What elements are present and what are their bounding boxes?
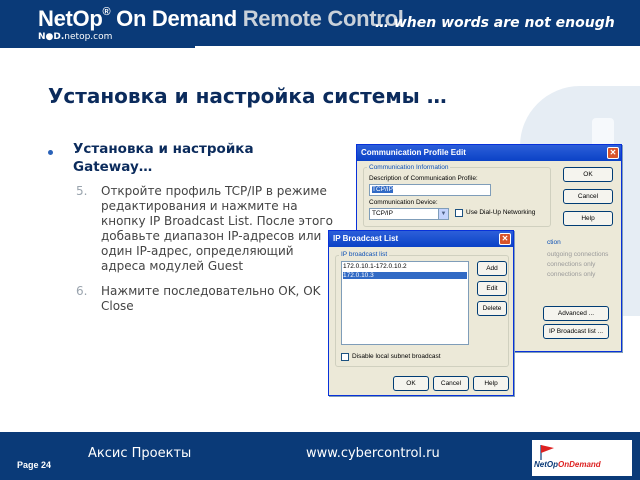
close-icon[interactable]: ✕	[607, 147, 619, 159]
header-banner: NetOp® On Demand Remote Control … when w…	[0, 0, 640, 46]
desc-label: Description of Communication Profile:	[369, 175, 478, 182]
slide-title: Установка и настройка системы …	[48, 84, 447, 108]
delete-button[interactable]: Delete	[477, 301, 507, 316]
broadcast-dialog-titlebar[interactable]: IP Broadcast List ✕	[329, 231, 513, 247]
cancel-button[interactable]: Cancel	[433, 376, 469, 391]
step-number: 6.	[76, 284, 88, 298]
advanced-button[interactable]: Advanced ...	[543, 306, 609, 321]
netop-logo: NetOpOnDemand	[532, 440, 632, 476]
product-title: NetOp® On Demand Remote Control	[38, 6, 404, 31]
device-label: Communication Device:	[369, 199, 438, 206]
dialup-label: Use Dial-Up Networking	[466, 209, 536, 216]
profile-dialog-title: Communication Profile Edit	[361, 148, 466, 157]
partial-option: connections only	[547, 261, 596, 268]
ip-broadcast-dialog: IP Broadcast List ✕ IP broadcast list 17…	[328, 230, 514, 396]
company-name: Аксис Проекты	[88, 446, 192, 461]
list-item[interactable]: 172.0.10.1-172.0.10.2	[343, 263, 407, 270]
cancel-button[interactable]: Cancel	[563, 189, 613, 204]
ip-broadcast-list-button[interactable]: IP Broadcast list ...	[543, 324, 609, 339]
ok-button[interactable]: OK	[563, 167, 613, 182]
disable-broadcast-label: Disable local subnet broadcast	[352, 353, 441, 360]
bullet-heading: Установка и настройка Gateway…	[73, 141, 254, 175]
list-item[interactable]: 172.0.10.3	[343, 272, 467, 279]
slogan: … when words are not enough	[375, 15, 615, 31]
help-button[interactable]: Help	[473, 376, 509, 391]
edit-button[interactable]: Edit	[477, 281, 507, 296]
chevron-down-icon: ▼	[438, 209, 448, 219]
profile-dialog-titlebar[interactable]: Communication Profile Edit ✕	[357, 145, 621, 161]
logo-wordmark: NetOpOnDemand	[534, 460, 601, 469]
device-select[interactable]: TCP/IP ▼	[369, 208, 449, 220]
netop-domain: N●D.netop.com	[38, 32, 113, 42]
step-number: 5.	[76, 184, 88, 198]
add-button[interactable]: Add	[477, 261, 507, 276]
broadcast-listbox[interactable]: 172.0.10.1-172.0.10.2 172.0.10.3	[341, 261, 469, 345]
bullet-icon	[48, 150, 53, 155]
dialup-checkbox[interactable]	[455, 209, 463, 217]
website-link[interactable]: www.cybercontrol.ru	[306, 446, 440, 461]
header-underline	[0, 46, 195, 48]
broadcast-dialog-title: IP Broadcast List	[333, 234, 399, 243]
step-text: Нажмите последовательно OK, OK Close	[101, 284, 321, 313]
help-button[interactable]: Help	[563, 211, 613, 226]
step-text: Откройте профиль TCP/IP в режиме редакти…	[101, 184, 333, 273]
ok-button[interactable]: OK	[393, 376, 429, 391]
page-number: Page 24	[17, 460, 52, 470]
broadcast-list-label: IP broadcast list	[339, 251, 390, 258]
disable-broadcast-checkbox[interactable]	[341, 353, 349, 361]
partial-group-label: ction	[547, 239, 561, 246]
close-icon[interactable]: ✕	[499, 233, 511, 245]
desc-input[interactable]: TCP/IP	[369, 184, 491, 196]
flag-icon	[540, 445, 554, 460]
partial-option: outgoing connections	[547, 251, 609, 258]
comm-info-label: Communication Information	[367, 164, 451, 171]
partial-option: connections only	[547, 271, 596, 278]
